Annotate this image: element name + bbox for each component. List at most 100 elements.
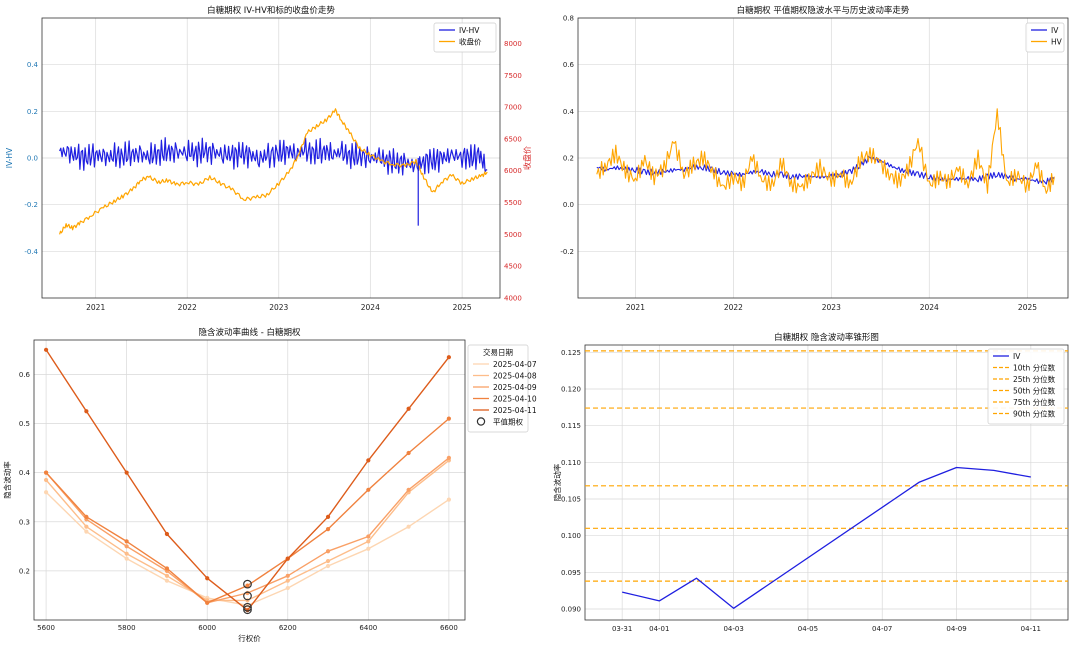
panel-4-legend-label: 50th 分位数 [1013, 386, 1056, 396]
smile-point [124, 556, 129, 561]
series-line-0 [59, 137, 488, 176]
y-right-tick-label: 8000 [504, 40, 522, 48]
y-tick-label: 0.095 [561, 569, 581, 577]
panel-3-legend-label: 2025-04-11 [493, 406, 537, 415]
panel-1: 2021 2022 2023 2024 2025 -0.4 -0.2 0.0 0.2 0.4 400… [5, 5, 532, 312]
x-tick-label: 6400 [359, 624, 377, 632]
iv-line-0 [622, 466, 1031, 609]
smile-point [446, 497, 451, 502]
smile-point [285, 585, 290, 591]
y-tick-label: 0.115 [561, 422, 581, 430]
y-tick-label: 0.4 [19, 469, 31, 477]
panel-1-legend-label: IV-HV [459, 26, 480, 35]
panel-4-legend-label: 90th 分位数 [1013, 409, 1056, 419]
panel-4-legend-label: 75th 分位数 [1013, 397, 1056, 407]
x-tick-label: 2025 [453, 303, 472, 312]
x-tick-label: 04-01 [649, 625, 669, 633]
series-line-1 [596, 108, 1055, 194]
smile-point [406, 450, 411, 456]
smile-point [84, 529, 89, 534]
smile-point [43, 477, 49, 483]
smile-point [285, 578, 290, 583]
panel-2-legend-label: IV [1051, 26, 1059, 35]
x-tick-label: 2023 [822, 303, 841, 312]
y-tick-label: -0.4 [24, 248, 38, 256]
y-right-tick-label: 6000 [504, 167, 522, 175]
panel-3-legend-label: 2025-04-08 [493, 372, 537, 381]
panel-3-legend-title: 交易日期 [483, 347, 513, 357]
smile-point [124, 539, 129, 544]
x-tick-label: 2025 [1018, 303, 1037, 312]
smile-point [43, 490, 49, 495]
x-axis-label: 行权价 [238, 633, 261, 643]
smile-point [446, 355, 451, 360]
smile-point [446, 455, 451, 460]
series-line-1 [59, 108, 488, 235]
figure: 2021 2022 2023 2024 2025 -0.4 -0.2 0.0 0.2 0.4 400… [2, 5, 1069, 643]
x-tick-label: 04-03 [723, 625, 743, 633]
smile-point [285, 556, 290, 561]
y-tick-label: 0.6 [19, 371, 31, 379]
smile-point [124, 544, 129, 549]
smile-point [325, 563, 331, 569]
x-tick-label: 6600 [440, 624, 458, 632]
y-right-axis-label: 收盘价 [522, 146, 532, 170]
smile-point [285, 573, 290, 578]
x-tick-label: 6200 [279, 624, 297, 632]
y-tick-label: -0.2 [24, 201, 38, 209]
y-tick-label: 0.090 [561, 606, 581, 614]
panel-2: 2021 2022 2023 2024 2025 -0.2 0.0 0.2 0.4 0.6 0.8 白… [560, 5, 1069, 312]
x-tick-label: 04-07 [872, 625, 892, 633]
smile-point [84, 524, 89, 529]
x-tick-label: 2024 [361, 303, 380, 312]
smile-point [366, 546, 371, 551]
y-tick-label: 0.105 [561, 496, 581, 504]
smile-line-1 [45, 459, 450, 602]
panel-1-title: 白糖期权 IV-HV和标的收盘价走势 [207, 5, 335, 16]
x-tick-label: 5600 [37, 624, 55, 632]
y-tick-label: 0.0 [27, 155, 38, 163]
x-tick-label: 2022 [178, 303, 197, 312]
y-tick-label: 0.3 [19, 518, 30, 526]
y-tick-label: 0.4 [563, 108, 575, 116]
panel-3-legend-label: 平值期权 [493, 417, 523, 427]
smile-point [366, 539, 371, 544]
smile-line-2 [45, 457, 450, 604]
x-tick-label: 04-09 [946, 625, 966, 633]
smile-point [164, 566, 170, 571]
panel-1-legend-label: 收盘价 [459, 37, 482, 47]
x-tick-label: 2023 [269, 303, 288, 312]
panel-3-legend-label: 2025-04-09 [493, 383, 537, 392]
panel-2-legend-label: HV [1051, 38, 1063, 47]
panel-4: 03-31 04-01 04-03 04-05 04-07 04-09 04-11 0.090… [552, 332, 1069, 633]
smile-point [406, 406, 411, 411]
x-tick-label: 2024 [920, 303, 939, 312]
panel-3-legend-label: 2025-04-07 [493, 360, 537, 369]
y-axis-label: 隐含波动率 [552, 463, 562, 501]
y-tick-label: 0.120 [561, 386, 581, 394]
y-axis-label: IV-HV [5, 147, 14, 168]
smile-point [43, 347, 49, 352]
panel-3: 5600 5800 6000 6200 6400 6600 0.2 0.3 0.4 0.5 0.6 隐… [2, 327, 537, 643]
panel-4-legend-label: 10th 分位数 [1013, 363, 1056, 373]
panel-3-legend-label: 2025-04-10 [493, 395, 537, 404]
y-tick-label: 0.110 [561, 459, 581, 467]
panel-1-legend: IV-HV 收盘价 [433, 22, 497, 53]
y-right-tick-label: 4000 [504, 295, 522, 303]
smile-point [366, 534, 371, 539]
panel-4-legend: IV 10th 分位数25th 分位数 50th 分位数75th 分位数 90th 分… [987, 348, 1065, 425]
x-tick-label: 2022 [724, 303, 743, 312]
smile-point [366, 458, 371, 463]
y-axis-label: 隐含波动率 [2, 461, 12, 499]
smile-point [325, 514, 331, 519]
y-tick-label: 0.8 [563, 15, 574, 23]
smile-point [124, 470, 129, 475]
smile-point [366, 487, 371, 492]
panel-4-legend-label: 25th 分位数 [1013, 374, 1056, 384]
smile-point [325, 527, 331, 532]
y-right-tick-label: 4500 [504, 263, 522, 271]
smile-point [205, 576, 210, 581]
y-tick-label: 0.125 [561, 349, 581, 357]
smile-point [43, 470, 49, 475]
x-tick-label: 5800 [118, 624, 136, 632]
